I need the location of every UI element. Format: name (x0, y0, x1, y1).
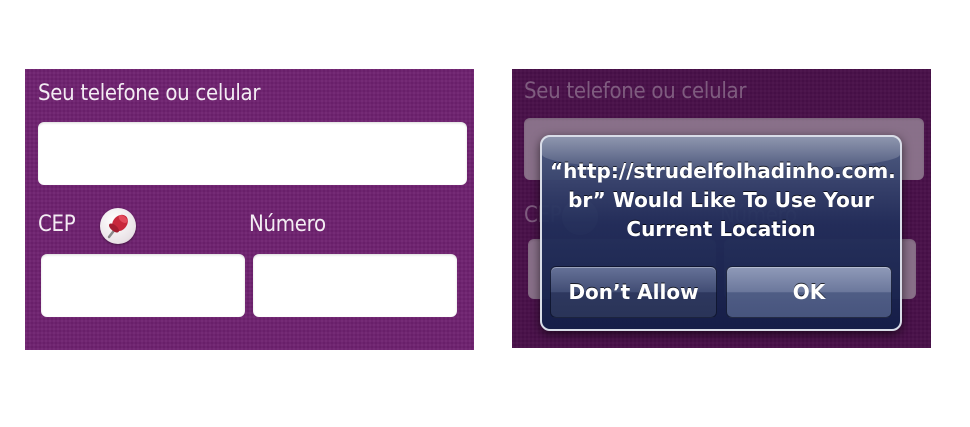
dont-allow-button[interactable]: Don’t Allow (550, 266, 717, 318)
cep-input[interactable] (41, 254, 245, 317)
numero-input[interactable] (253, 254, 457, 317)
location-form-panel: Seu telefone ou celular CEP Número (25, 69, 474, 350)
ok-button[interactable]: OK (726, 266, 892, 318)
alert-message-line: br” Would Like To Use Your (568, 188, 874, 212)
phone-label: Seu telefone ou celular (38, 81, 261, 106)
alert-message: “http://strudelfolhadinho.com. br” Would… (550, 157, 896, 244)
phone-input[interactable] (38, 122, 467, 185)
numero-label: Número (249, 212, 326, 237)
pushpin-icon[interactable] (100, 208, 136, 244)
alert-message-line: “http://strudelfolhadinho.com. (550, 159, 896, 183)
location-permission-alert: “http://strudelfolhadinho.com. br” Would… (540, 135, 902, 331)
alert-message-line: Current Location (626, 217, 816, 241)
location-alert-panel: Seu telefone ou celular CEP Número “http… (512, 69, 931, 348)
cep-label: CEP (38, 212, 76, 237)
